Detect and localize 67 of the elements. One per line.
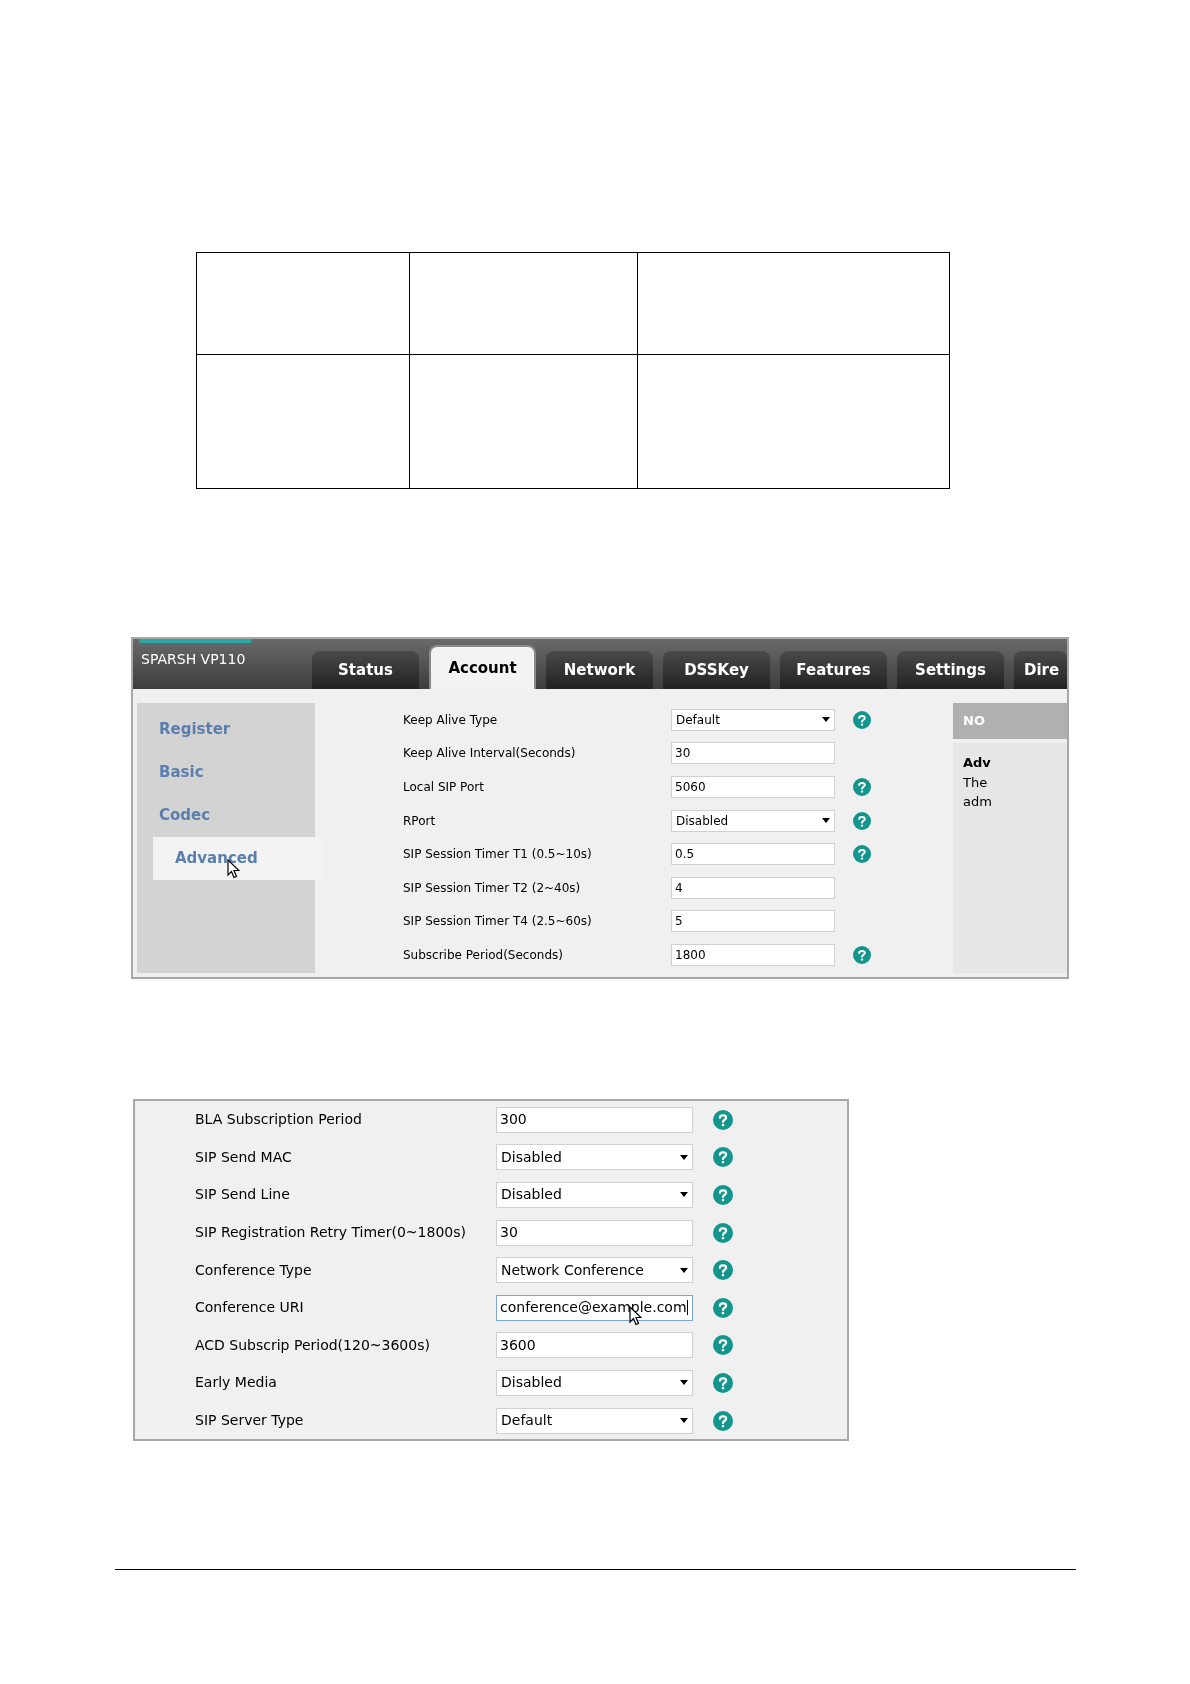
- text-caret: [686, 1300, 688, 1316]
- field-label: Early Media: [195, 1373, 278, 1393]
- help-icon[interactable]: [713, 1297, 733, 1318]
- caret-icon: [822, 717, 830, 723]
- product-name: SPARSH VP110: [141, 650, 247, 669]
- field-label: SIP Session Timer T2 (2~40s): [403, 879, 582, 897]
- help-icon[interactable]: [713, 1335, 733, 1356]
- field-label: Conference URI: [195, 1298, 305, 1318]
- tab[interactable]: Account: [429, 645, 536, 689]
- help-icon[interactable]: [713, 1147, 733, 1168]
- help-icon[interactable]: [853, 710, 871, 729]
- input-field[interactable]: 4: [671, 876, 835, 899]
- field-label: ACD Subscrip Period(120~3600s): [195, 1335, 431, 1355]
- field-label: Conference Type: [195, 1260, 313, 1280]
- caret-icon: [822, 818, 830, 824]
- input-field[interactable]: 300: [496, 1106, 693, 1133]
- help-icon[interactable]: [713, 1222, 733, 1243]
- help-icon[interactable]: [853, 811, 871, 830]
- dropdown[interactable]: Disabled: [496, 1144, 693, 1171]
- caret-icon: [680, 1380, 688, 1386]
- help-icon[interactable]: [853, 778, 871, 796]
- help-icon[interactable]: [713, 1260, 733, 1281]
- caret-icon: [680, 1154, 688, 1160]
- help-icon[interactable]: [853, 845, 871, 864]
- caret-icon: [680, 1267, 688, 1273]
- tab[interactable]: Dire: [1014, 651, 1067, 689]
- input-field[interactable]: 5060: [671, 776, 835, 798]
- field-label: SIP Server Type: [195, 1411, 305, 1431]
- dropdown[interactable]: Disabled: [496, 1182, 693, 1208]
- notes-text: The: [963, 773, 989, 792]
- input-field[interactable]: 30: [496, 1219, 693, 1246]
- field-label: RPort: [403, 812, 437, 830]
- tab[interactable]: Status: [312, 651, 419, 689]
- input-field[interactable]: 0.5: [671, 843, 835, 866]
- tab[interactable]: Features: [780, 651, 887, 689]
- help-icon[interactable]: [853, 945, 871, 964]
- field-label: Subscribe Period(Seconds): [403, 946, 564, 964]
- dropdown[interactable]: Network Conference: [496, 1257, 693, 1284]
- tab[interactable]: Network: [546, 651, 653, 689]
- field-label: SIP Registration Retry Timer(0~1800s): [195, 1223, 467, 1243]
- field-label: Keep Alive Type: [403, 711, 499, 729]
- help-icon[interactable]: [713, 1372, 733, 1393]
- help-icon[interactable]: [713, 1410, 733, 1431]
- help-icon[interactable]: [713, 1109, 733, 1130]
- caret-icon: [680, 1192, 688, 1198]
- field-label: Keep Alive Interval(Seconds): [403, 745, 577, 763]
- field-label: SIP Send Line: [195, 1185, 291, 1205]
- caret-icon: [680, 1418, 688, 1424]
- input-field[interactable]: 3600: [496, 1332, 693, 1359]
- notes-text: adm: [963, 793, 993, 811]
- field-label: SIP Session Timer T1 (0.5~10s): [403, 846, 593, 864]
- input-field[interactable]: 5: [671, 910, 835, 933]
- dropdown[interactable]: Default: [671, 708, 835, 731]
- input-field[interactable]: 1800: [671, 943, 835, 966]
- field-label: BLA Subscription Period: [195, 1110, 363, 1130]
- tab[interactable]: Settings: [897, 651, 1004, 689]
- notes-heading: Adv: [963, 754, 992, 772]
- field-label: Local SIP Port: [403, 779, 485, 796]
- tab[interactable]: DSSKey: [663, 651, 770, 689]
- field-label: SIP Session Timer T4 (2.5~60s): [403, 913, 593, 931]
- field-label: SIP Send MAC: [195, 1147, 293, 1167]
- help-icon[interactable]: [713, 1185, 733, 1205]
- input-field[interactable]: 30: [671, 742, 835, 765]
- notes-header: NO: [953, 703, 1067, 739]
- dropdown[interactable]: Disabled: [496, 1369, 693, 1396]
- dropdown[interactable]: Disabled: [671, 809, 835, 832]
- dropdown[interactable]: Default: [496, 1407, 693, 1434]
